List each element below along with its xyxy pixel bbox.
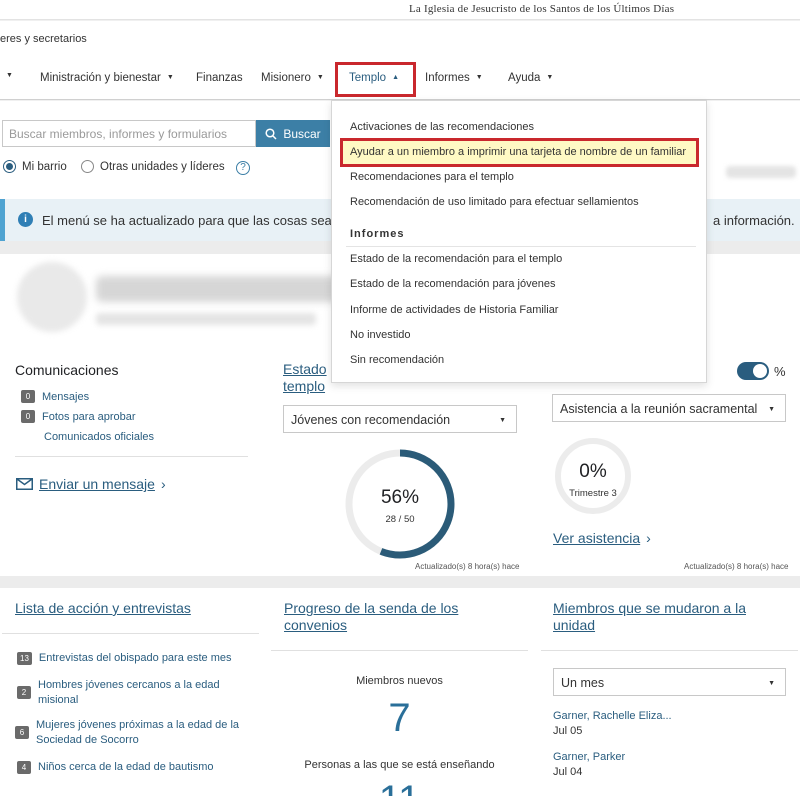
templo-highlight-frame xyxy=(335,62,416,97)
menu-item-recomendaciones-templo[interactable]: Recomendaciones para el templo xyxy=(350,171,514,183)
send-message-link[interactable]: Enviar un mensaje › xyxy=(16,476,166,492)
menu-item-estado-templo[interactable]: Estado de la recomendación para el templ… xyxy=(350,253,562,265)
info-banner-text-end: a información. xyxy=(713,213,795,228)
info-banner-text: El menú se ha actualizado para que las c… xyxy=(42,213,361,228)
percent-toggle[interactable] xyxy=(737,362,769,380)
subheader-title: eres y secretarios xyxy=(0,33,87,45)
search-button[interactable]: Buscar xyxy=(256,120,330,147)
temple-updated: Actualizado(s) 8 hora(s) hace xyxy=(415,562,520,571)
comm-row-comunicados[interactable]: Comunicados oficiales xyxy=(44,431,154,443)
comm-row-mensajes[interactable]: 0 Mensajes xyxy=(21,390,89,403)
menu-divider xyxy=(346,246,696,247)
covenant-path-title[interactable]: Progreso de la senda de los convenios xyxy=(284,600,504,634)
percent-toggle-label: % xyxy=(774,364,786,379)
new-members-label: Miembros nuevos xyxy=(356,675,443,687)
moved-member-name[interactable]: Garner, Rachelle Eliza... xyxy=(553,710,672,722)
nav-item-misionero[interactable]: Misionero ▼ xyxy=(261,72,324,84)
count-badge: 2 xyxy=(17,686,31,699)
attendance-select[interactable]: Asistencia a la reunión sacramental ▼ xyxy=(552,394,786,422)
unit-subtitle-blurred xyxy=(96,313,316,325)
view-attendance-link[interactable]: Ver asistencia › xyxy=(553,530,651,546)
action-row[interactable]: 4 Niños cerca de la edad de bautismo xyxy=(17,760,214,775)
menu-item-estado-jovenes[interactable]: Estado de la recomendación para jóvenes xyxy=(350,278,555,290)
moved-member-date: Jul 04 xyxy=(553,766,583,778)
menu-item-no-investido[interactable]: No investido xyxy=(350,329,411,341)
top-bar: La Iglesia de Jesucristo de los Santos d… xyxy=(0,0,800,20)
new-members-count[interactable]: 7 xyxy=(271,696,528,741)
count-badge: 4 xyxy=(17,761,31,774)
chevron-down-icon: ▼ xyxy=(499,417,506,424)
menu-item-uso-limitado[interactable]: Recomendación de uso limitado para efect… xyxy=(350,196,639,208)
moved-in-period-select[interactable]: Un mes ▼ xyxy=(553,668,786,696)
chevron-down-icon: ▼ xyxy=(475,74,483,81)
search-box xyxy=(2,120,256,147)
action-row[interactable]: 13 Entrevistas del obispado para este me… xyxy=(17,651,232,666)
nav-item-finanzas[interactable]: Finanzas xyxy=(196,72,243,84)
moved-in-title[interactable]: Miembros que se mudaron a la unidad xyxy=(553,600,773,634)
nav-item-informes[interactable]: Informes ▼ xyxy=(425,72,483,84)
church-name: La Iglesia de Jesucristo de los Santos d… xyxy=(409,3,675,15)
moved-member-date: Jul 05 xyxy=(553,725,583,737)
search-input[interactable] xyxy=(3,121,255,146)
chevron-right-icon: › xyxy=(646,530,651,546)
communications-title: Comunicaciones xyxy=(15,362,119,378)
temple-fraction: 28 / 50 xyxy=(385,514,415,525)
chevron-right-icon: › xyxy=(160,476,166,492)
chevron-down-icon: ▼ xyxy=(546,74,554,81)
search-button-label: Buscar xyxy=(283,126,321,141)
envelope-icon xyxy=(16,478,33,490)
nav-prev-caret-icon[interactable]: ▼ xyxy=(6,72,13,79)
radio-label-otras-unidades: Otras unidades y líderes xyxy=(100,160,225,173)
radio-label-mi-barrio: Mi barrio xyxy=(22,160,67,173)
chevron-down-icon: ▼ xyxy=(768,406,775,413)
avatar xyxy=(17,262,87,332)
temple-status-select[interactable]: Jóvenes con recomendación ▼ xyxy=(283,405,517,433)
moved-member-name[interactable]: Garner, Parker xyxy=(553,751,625,763)
menu-item-activaciones[interactable]: Activaciones de las recomendaciones xyxy=(350,121,534,133)
chevron-down-icon: ▼ xyxy=(166,74,174,81)
scope-otras-unidades[interactable]: Otras unidades y líderes xyxy=(81,160,225,173)
comm-label: Mensajes xyxy=(42,390,90,403)
temple-percent: 56% xyxy=(380,487,420,508)
attendance-percent: 0% xyxy=(579,461,607,482)
blurred-content xyxy=(726,166,796,178)
scope-mi-barrio[interactable]: Mi barrio xyxy=(3,160,67,173)
info-icon: i xyxy=(18,212,33,227)
action-row[interactable]: 6 Mujeres jóvenes próximas a la edad de … xyxy=(15,718,243,748)
action-list-title[interactable]: Lista de acción y entrevistas xyxy=(15,600,245,617)
count-badge: 6 xyxy=(15,726,29,739)
temple-status-title[interactable]: Estado templo xyxy=(283,361,327,395)
count-badge: 0 xyxy=(21,410,35,423)
menu-section-informes: Informes xyxy=(350,228,405,240)
nav-item-ministracion[interactable]: Ministración y bienestar ▼ xyxy=(40,72,174,84)
comm-label: Fotos para aprobar xyxy=(42,410,136,423)
teaching-label: Personas a las que se está enseñando xyxy=(304,759,495,771)
count-badge: 13 xyxy=(17,652,32,665)
comm-label: Comunicados oficiales xyxy=(44,431,155,443)
comm-row-fotos[interactable]: 0 Fotos para aprobar xyxy=(21,410,136,423)
menu-item-imprimir-tarjeta[interactable]: Ayudar a un miembro a imprimir una tarje… xyxy=(350,146,686,158)
radio-mi-barrio[interactable] xyxy=(3,160,16,173)
templo-dropdown-menu: Activaciones de las recomendaciones Ayud… xyxy=(331,100,707,383)
sub-header: eres y secretarios xyxy=(0,21,800,59)
search-icon xyxy=(265,127,277,140)
menu-item-sin-recomendacion[interactable]: Sin recomendación xyxy=(350,354,444,366)
teaching-count[interactable]: 11 xyxy=(271,778,528,796)
chevron-down-icon: ▼ xyxy=(768,680,775,687)
unit-name-blurred xyxy=(96,276,356,302)
chevron-down-icon: ▼ xyxy=(316,74,324,81)
nav-item-ayuda[interactable]: Ayuda ▼ xyxy=(508,72,553,84)
menu-item-historia-familiar[interactable]: Informe de actividades de Historia Famil… xyxy=(350,304,558,316)
attendance-period: Trimestre 3 xyxy=(569,488,617,499)
radio-otras-unidades[interactable] xyxy=(81,160,94,173)
count-badge: 0 xyxy=(21,390,35,403)
help-icon[interactable]: ? xyxy=(236,161,250,175)
send-message-label: Enviar un mensaje xyxy=(39,476,155,492)
action-row[interactable]: 2 Hombres jóvenes cercanos a la edad mis… xyxy=(17,678,237,708)
attendance-updated: Actualizado(s) 8 hora(s) hace xyxy=(684,562,789,571)
